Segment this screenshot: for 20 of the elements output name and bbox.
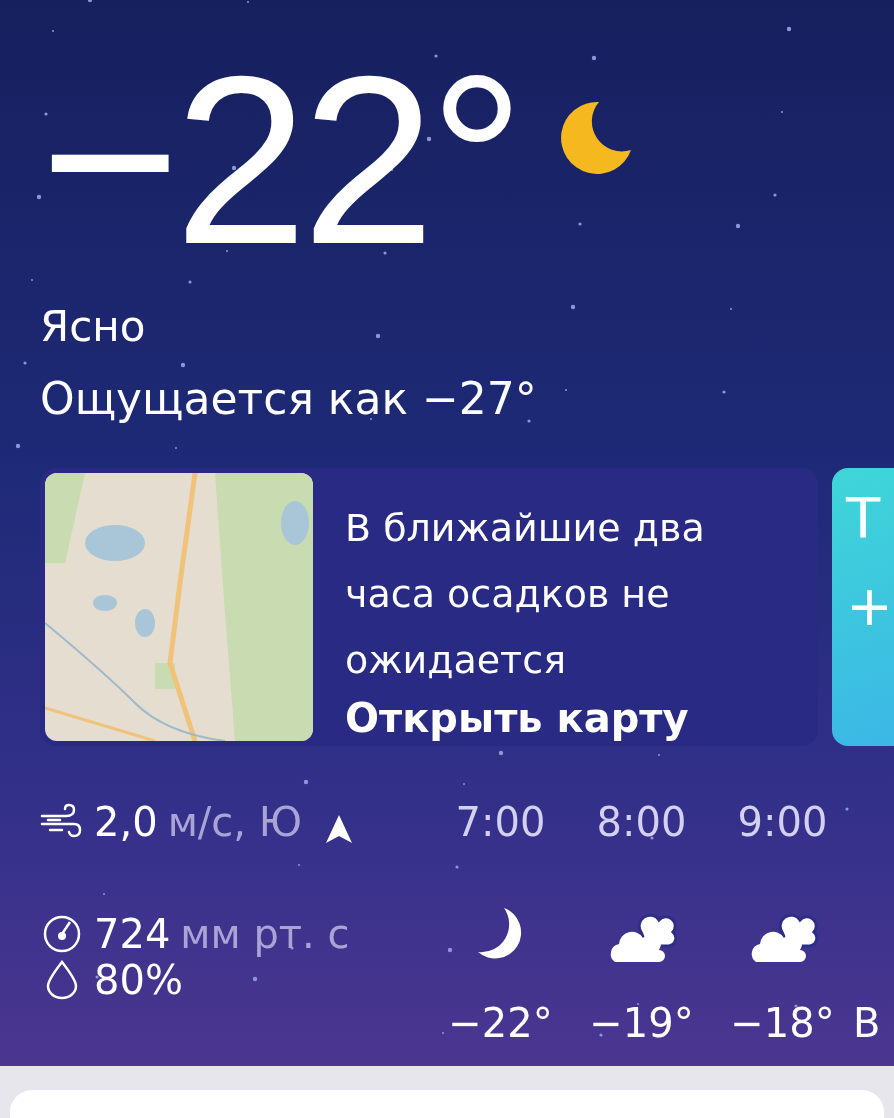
condition: Ясно <box>40 302 147 351</box>
pressure-value: 724 <box>94 911 171 957</box>
hour-time: 8:00 <box>596 798 687 847</box>
open-map-link[interactable]: Открыть карту <box>345 695 745 741</box>
precipitation-text: В ближайшие два часа осадков не ожидается <box>345 505 706 684</box>
plus-sign: + <box>846 574 894 638</box>
card-title: Т <box>846 486 882 550</box>
hour-temperature: −22° <box>448 1000 553 1046</box>
hour-temperature: −18° <box>730 1000 835 1046</box>
pressure-unit: мм рт. с <box>180 911 350 957</box>
temperature: −22° <box>40 40 520 280</box>
wind-speed: 2,0 <box>94 799 158 845</box>
humidity-value: 80% <box>94 957 183 1003</box>
wind-direction-icon <box>325 815 352 843</box>
hour-time: 7:00 <box>455 798 546 847</box>
hour-time: 9:00 <box>737 798 828 847</box>
feels-like: Ощущается как −27° <box>40 373 538 424</box>
wind-unit: м/с, Ю <box>167 799 302 845</box>
hour-temperature: −19° <box>589 1000 694 1046</box>
hour-temperature: В <box>853 1000 881 1046</box>
